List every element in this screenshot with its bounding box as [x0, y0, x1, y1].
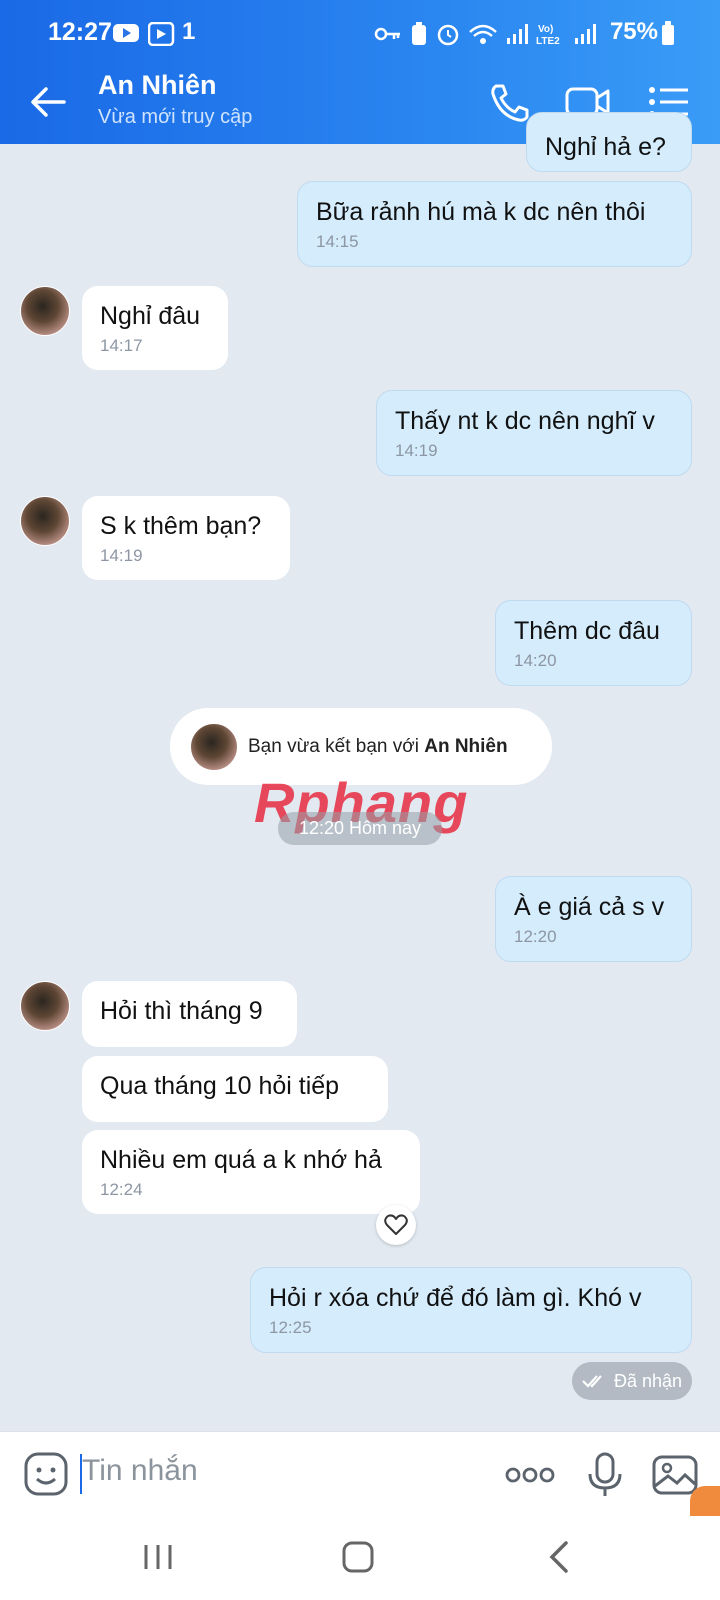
delivery-status-text: Đã nhận [613, 1370, 683, 1391]
message-time: 14:20 [514, 651, 557, 670]
status-extra-count: 1 [182, 18, 196, 45]
status-left-icons: 1 [112, 18, 195, 46]
message-bubble-sent[interactable]: Thêm dc đâu 14:20 [495, 600, 692, 686]
message-time: 12:24 [100, 1180, 143, 1199]
back-arrow-icon[interactable] [26, 80, 70, 124]
svg-text:Vo): Vo) [538, 24, 553, 35]
tv-app-icon [148, 22, 175, 46]
message-text: Hỏi r xóa chứ để đó làm gì. Khó v [269, 1284, 642, 1312]
notice-name: An Nhiên [424, 735, 508, 757]
message-composer: Tin nhắn [0, 1431, 720, 1518]
wifi-icon [469, 24, 497, 44]
double-check-icon [582, 1375, 602, 1388]
message-bubble-sent[interactable]: Nghỉ hả e? [526, 112, 692, 172]
back-nav-icon[interactable] [540, 1537, 580, 1577]
alarm-icon [437, 24, 459, 46]
message-text: S k thêm bạn? [100, 512, 262, 540]
delivery-status-badge: Đã nhận [572, 1362, 692, 1400]
microphone-icon[interactable] [580, 1450, 630, 1500]
message-time: 14:19 [395, 441, 438, 460]
contact-avatar[interactable] [20, 286, 70, 336]
message-text: Nhiều em quá a k nhớ hả [100, 1146, 382, 1174]
key-icon [374, 27, 400, 41]
signal-1-icon [507, 24, 528, 44]
recent-apps-icon[interactable] [138, 1537, 178, 1577]
svg-text:LTE2: LTE2 [536, 36, 560, 46]
message-text: Bữa rảnh hú mà k dc nên thôi [316, 198, 646, 226]
message-text: Thêm dc đâu [514, 617, 660, 645]
message-text: Nghỉ hả e? [545, 133, 666, 161]
message-text: Qua tháng 10 hỏi tiếp [100, 1072, 340, 1100]
message-time: 12:20 [514, 927, 557, 946]
message-bubble-received[interactable]: Hỏi thì tháng 9 [82, 981, 297, 1047]
message-bubble-sent[interactable]: Bữa rảnh hú mà k dc nên thôi 14:15 [297, 181, 692, 267]
volte-icon: Vo)LTE2 [536, 24, 560, 46]
message-bubble-received[interactable]: Nghỉ đâu 14:17 [82, 286, 228, 370]
status-right-icons: Vo) LTE2 [374, 22, 596, 46]
message-text: Thấy nt k dc nên nghĩ v [395, 407, 655, 435]
message-text: Nghỉ đâu [100, 302, 201, 330]
signal-2-icon [575, 24, 596, 44]
battery-percent: 75% [609, 18, 658, 45]
heart-icon [384, 1214, 408, 1235]
youtube-icon [113, 24, 139, 42]
contact-status: Vừa mới truy cập [98, 106, 253, 128]
battery-icon [662, 21, 674, 45]
message-time: 14:15 [316, 232, 359, 251]
time-divider: 12:20 Hôm nay [278, 812, 442, 845]
contact-avatar[interactable] [20, 496, 70, 546]
message-text: À e giá cả s v [514, 893, 665, 921]
notice-text: Bạn vừa kết bạn với An Nhiên [248, 736, 508, 758]
emoji-sticker-icon[interactable] [22, 1450, 72, 1500]
floating-badge[interactable] [690, 1486, 720, 1516]
status-time: 12:27 [48, 18, 112, 46]
contact-avatar [190, 722, 238, 771]
status-bar: 12:27 1 Vo) LTE2 75% [0, 0, 720, 60]
message-bubble-received[interactable]: Nhiều em quá a k nhớ hả 12:24 [82, 1130, 420, 1214]
message-text: Hỏi thì tháng 9 [100, 997, 263, 1025]
message-input[interactable]: Tin nhắn [82, 1454, 198, 1488]
more-options-icon[interactable] [504, 1450, 556, 1500]
phone-call-icon[interactable] [486, 80, 534, 124]
message-bubble-received[interactable]: Qua tháng 10 hỏi tiếp [82, 1056, 388, 1122]
home-icon[interactable] [338, 1537, 378, 1577]
message-bubble-sent[interactable]: À e giá cả s v 12:20 [495, 876, 692, 962]
message-bubble-sent[interactable]: Hỏi r xóa chứ để đó làm gì. Khó v 12:25 [250, 1267, 692, 1353]
message-time: 14:19 [100, 546, 143, 565]
battery-saver-icon [412, 22, 426, 45]
system-nav-bar [0, 1517, 720, 1600]
message-time: 12:25 [269, 1318, 312, 1337]
contact-name[interactable]: An Nhiên [98, 70, 217, 101]
message-bubble-received[interactable]: S k thêm bạn? 14:19 [82, 496, 290, 580]
react-heart-button[interactable] [376, 1205, 416, 1245]
contact-avatar[interactable] [20, 981, 70, 1031]
notice-prefix: Bạn vừa kết bạn với [248, 735, 425, 757]
message-bubble-sent[interactable]: Thấy nt k dc nên nghĩ v 14:19 [376, 390, 692, 476]
message-time: 14:17 [100, 336, 143, 355]
